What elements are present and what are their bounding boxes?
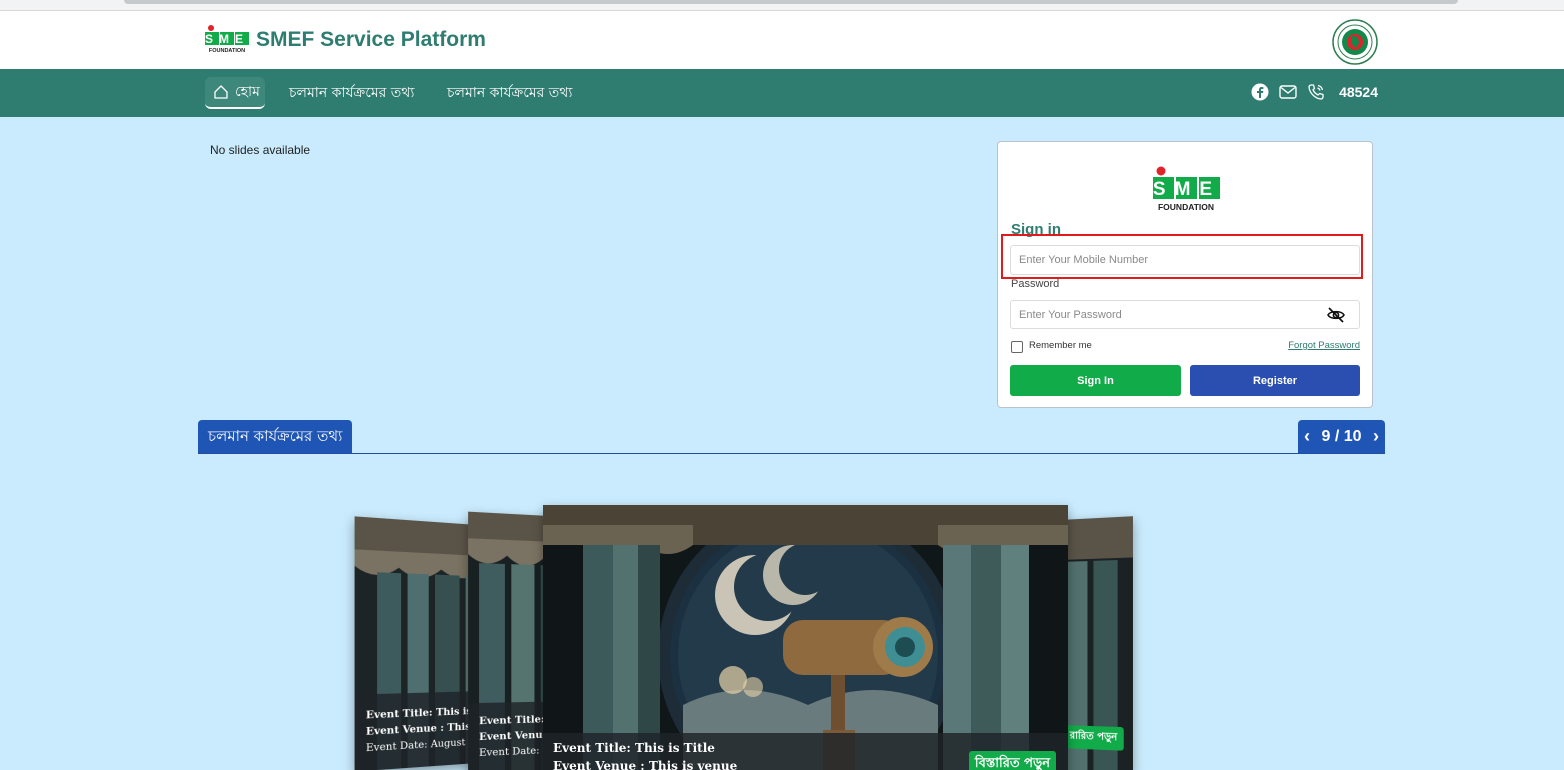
government-seal-icon (1332, 19, 1378, 65)
home-icon (214, 85, 228, 99)
event-card-center[interactable]: Event Title: This is Title Event Venue :… (543, 505, 1068, 770)
login-logo-text-top: SME (1153, 179, 1221, 200)
site-header: SME FOUNDATION SMEF Service Platform (0, 10, 1564, 69)
events-section-title: চলমান কার্যক্রমের তথ্য (198, 420, 353, 453)
events-section-header: চলমান কার্যক্রমের তথ্য ‹ 9 / 10 › (198, 420, 1385, 454)
events-carousel: Event Title: This is Ti Event Venue : Th… (0, 490, 1564, 770)
nav-contact-group: 48524 (1251, 83, 1378, 101)
mail-icon[interactable] (1279, 84, 1297, 100)
eye-slash-icon[interactable] (1326, 305, 1346, 325)
slider-empty-text: No slides available (210, 143, 311, 157)
logo-text-bottom: FOUNDATION (209, 48, 245, 54)
event-image-telescope (543, 505, 1068, 770)
events-pager: ‹ 9 / 10 › (1298, 420, 1385, 453)
password-input[interactable] (1010, 300, 1360, 329)
password-label: Password (1011, 278, 1060, 290)
logo-text-top: SME (205, 32, 249, 46)
pager-prev-icon[interactable]: ‹ (1304, 426, 1310, 447)
smef-logo[interactable]: SME FOUNDATION (204, 25, 250, 55)
hotline-number[interactable]: 48524 (1339, 84, 1378, 100)
nav-item-ongoing-activities-2[interactable]: চলমান কার্যক্রমের তথ্য (447, 77, 572, 109)
login-card: SME FOUNDATION Sign in Password Remember… (997, 141, 1373, 408)
nav-home-label: হোম (235, 84, 260, 100)
signin-button[interactable]: Sign In (1010, 365, 1181, 396)
event-more-button-center[interactable]: বিস্তারিত পড়ুন (968, 751, 1056, 770)
event-more-button-right[interactable]: রারিত পড়ুন (1063, 725, 1124, 751)
facebook-icon[interactable] (1251, 83, 1269, 101)
pager-count: 9 / 10 (1321, 427, 1362, 445)
event-card-right[interactable]: রারিত পড়ুন (1060, 516, 1133, 770)
forgot-password-link[interactable]: Forgot Password (1288, 340, 1360, 351)
nav-home[interactable]: হোম (205, 77, 265, 109)
brand-title[interactable]: SMEF Service Platform (256, 28, 486, 52)
phone-icon[interactable] (1307, 83, 1325, 101)
register-button[interactable]: Register (1190, 365, 1360, 396)
browser-scrollbar[interactable] (124, 0, 1458, 4)
smef-foundation-logo: SME FOUNDATION (1153, 166, 1221, 212)
browser-top-strip (0, 0, 1564, 10)
pager-next-icon[interactable]: › (1373, 426, 1379, 447)
mobile-number-input[interactable] (1010, 245, 1360, 275)
nav-item-ongoing-activities-1[interactable]: চলমান কার্যক্রমের তথ্য (289, 77, 414, 109)
login-logo-text-bottom: FOUNDATION (1158, 202, 1214, 212)
main-navbar: হোম চলমান কার্যক্রমের তথ্য চলমান কার্যক্… (0, 69, 1564, 117)
signin-title: Sign in (1011, 221, 1061, 238)
remember-me-checkbox[interactable] (1011, 341, 1023, 353)
remember-me-label[interactable]: Remember me (1029, 340, 1092, 351)
